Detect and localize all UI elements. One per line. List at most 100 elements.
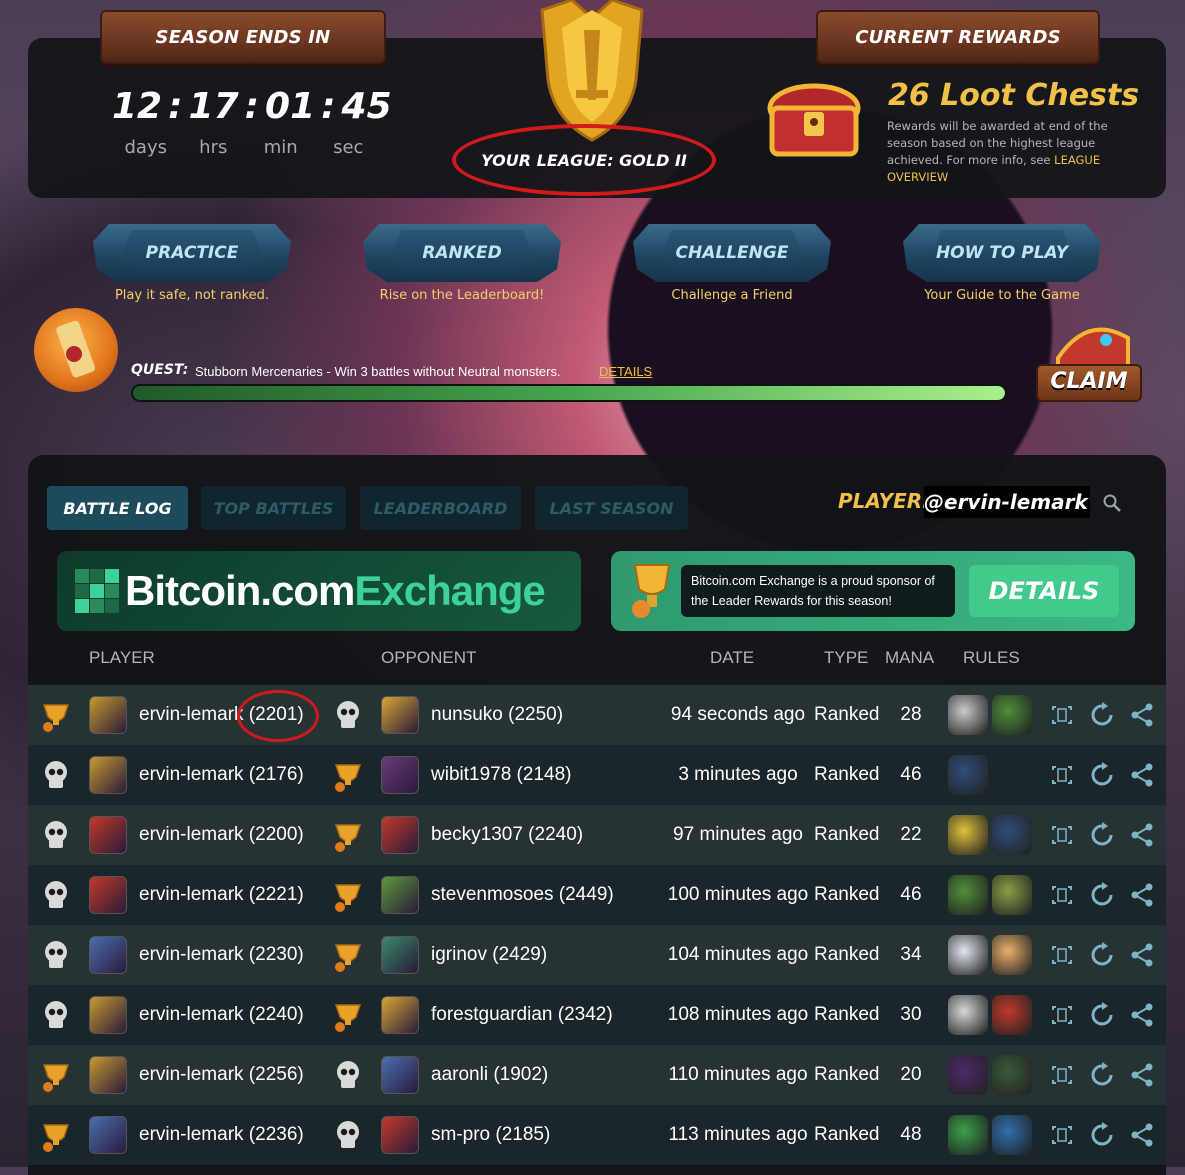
battle-view-icon[interactable] xyxy=(1049,1062,1075,1088)
rule-icon[interactable] xyxy=(948,695,988,735)
share-icon[interactable] xyxy=(1129,1002,1155,1028)
opponent-cell[interactable]: nunsuko (2250) xyxy=(431,685,563,745)
col-opponent: OPPONENT xyxy=(381,648,477,667)
opponent-cell[interactable]: aaronli (1902) xyxy=(431,1045,548,1105)
replay-icon[interactable] xyxy=(1089,822,1115,848)
avatar xyxy=(381,876,419,914)
type-cell: Ranked xyxy=(814,1004,880,1025)
share-icon[interactable] xyxy=(1129,822,1155,848)
sponsor-info: Bitcoin.com Exchange is a proud sponsor … xyxy=(611,551,1135,631)
player-cell[interactable]: ervin-lemark (2176) xyxy=(139,745,304,805)
practice-button[interactable]: PRACTICE Play it safe, not ranked. xyxy=(92,224,292,303)
rule-icon[interactable] xyxy=(948,815,988,855)
search-icon[interactable] xyxy=(1103,494,1121,512)
table-row[interactable]: ervin-lemark (2221) stevenmosoes (2449) … xyxy=(28,865,1166,925)
sponsor-banner[interactable]: Bitcoin.comExchange xyxy=(57,551,581,631)
battle-view-icon[interactable] xyxy=(1049,1122,1075,1148)
share-icon[interactable] xyxy=(1129,942,1155,968)
player-cell[interactable]: ervin-lemark (2236) xyxy=(139,1105,304,1165)
opponent-cell[interactable]: becky1307 (2240) xyxy=(431,805,583,865)
battle-view-icon[interactable] xyxy=(1049,942,1075,968)
mana-cell: 22 xyxy=(900,824,922,845)
quest-details-link[interactable]: DETAILS xyxy=(599,364,652,379)
avatar xyxy=(89,756,127,794)
player-cell[interactable]: ervin-lemark (2240) xyxy=(139,985,304,1045)
sponsor-details-button[interactable]: DETAILS xyxy=(969,565,1119,617)
battle-view-icon[interactable] xyxy=(1049,882,1075,908)
player-cell[interactable]: ervin-lemark (2221) xyxy=(139,865,304,925)
claim-button[interactable]: CLAIM xyxy=(1036,364,1142,402)
table-row[interactable]: ervin-lemark (2240) forestguardian (2342… xyxy=(28,985,1166,1045)
challenge-subtitle: Challenge a Friend xyxy=(671,288,793,303)
rule-icon[interactable] xyxy=(948,935,988,975)
type-cell: Ranked xyxy=(814,1064,880,1085)
share-icon[interactable] xyxy=(1129,702,1155,728)
rule-icon[interactable] xyxy=(992,875,1032,915)
table-row[interactable]: ervin-lemark (2230) igrinov (2429) 104 m… xyxy=(28,925,1166,985)
battle-view-icon[interactable] xyxy=(1049,762,1075,788)
defeat-skull-icon xyxy=(38,997,74,1033)
battle-view-icon[interactable] xyxy=(1049,702,1075,728)
player-search-input[interactable]: @ervin-lemark xyxy=(924,486,1090,518)
challenge-button[interactable]: CHALLENGE Challenge a Friend xyxy=(632,224,832,303)
player-cell[interactable]: ervin-lemark (2200) xyxy=(139,805,304,865)
tab-battle-log[interactable]: BATTLE LOG xyxy=(47,486,188,530)
ranked-button[interactable]: RANKED Rise on the Leaderboard! xyxy=(362,224,562,303)
player-cell[interactable]: ervin-lemark (2230) xyxy=(139,925,304,985)
share-icon[interactable] xyxy=(1129,1122,1155,1148)
opponent-cell[interactable]: sm-pro (2185) xyxy=(431,1105,550,1165)
date-cell: 94 seconds ago xyxy=(670,704,806,725)
mana-cell: 34 xyxy=(900,944,922,965)
replay-icon[interactable] xyxy=(1089,702,1115,728)
victory-trophy-icon xyxy=(38,1117,74,1153)
defeat-skull-icon xyxy=(38,817,74,853)
tab-top-battles[interactable]: TOP BATTLES xyxy=(201,486,346,530)
opponent-cell[interactable]: wibit1978 (2148) xyxy=(431,745,571,805)
player-cell[interactable]: ervin-lemark (2256) xyxy=(139,1045,304,1105)
share-icon[interactable] xyxy=(1129,882,1155,908)
avatar xyxy=(89,1056,127,1094)
rule-icon[interactable] xyxy=(992,815,1032,855)
table-row[interactable]: ervin-lemark (2176) wibit1978 (2148) 3 m… xyxy=(28,745,1166,805)
opponent-cell[interactable]: forestguardian (2342) xyxy=(431,985,613,1045)
replay-icon[interactable] xyxy=(1089,762,1115,788)
table-row[interactable]: ervin-lemark (2200) becky1307 (2240) 97 … xyxy=(28,805,1166,865)
label-sec: sec xyxy=(333,137,364,158)
rule-icon[interactable] xyxy=(948,755,988,795)
tab-last-season[interactable]: LAST SEASON xyxy=(535,486,688,530)
type-cell: Ranked xyxy=(814,764,880,785)
table-row[interactable]: ervin-lemark (2201) nunsuko (2250) 94 se… xyxy=(28,685,1166,745)
rule-icon[interactable] xyxy=(948,875,988,915)
rule-icon[interactable] xyxy=(948,1055,988,1095)
opponent-cell[interactable]: stevenmosoes (2449) xyxy=(431,865,614,925)
rule-icon[interactable] xyxy=(992,935,1032,975)
rule-icon[interactable] xyxy=(948,1115,988,1155)
current-rewards-plank: CURRENT REWARDS xyxy=(816,10,1100,64)
share-icon[interactable] xyxy=(1129,762,1155,788)
replay-icon[interactable] xyxy=(1089,882,1115,908)
battle-view-icon[interactable] xyxy=(1049,822,1075,848)
battle-view-icon[interactable] xyxy=(1049,1002,1075,1028)
replay-icon[interactable] xyxy=(1089,1002,1115,1028)
defeat-skull-icon xyxy=(38,937,74,973)
how-to-play-button[interactable]: HOW TO PLAY Your Guide to the Game xyxy=(902,224,1102,303)
practice-label: PRACTICE xyxy=(145,243,239,263)
victory-trophy-icon xyxy=(330,997,366,1033)
rule-icon[interactable] xyxy=(992,1055,1032,1095)
opponent-cell[interactable]: igrinov (2429) xyxy=(431,925,547,985)
rule-icon[interactable] xyxy=(948,995,988,1035)
replay-icon[interactable] xyxy=(1089,942,1115,968)
table-row[interactable]: ervin-lemark (2256) aaronli (1902) 110 m… xyxy=(28,1045,1166,1105)
replay-icon[interactable] xyxy=(1089,1062,1115,1088)
quest-progress-fill xyxy=(133,386,1005,400)
mana-cell: 48 xyxy=(900,1124,922,1145)
rule-icon[interactable] xyxy=(992,995,1032,1035)
table-row[interactable]: ervin-lemark (2236) sm-pro (2185) 113 mi… xyxy=(28,1105,1166,1165)
rule-icon[interactable] xyxy=(992,1115,1032,1155)
rewards-description: Rewards will be awarded at end of the se… xyxy=(887,119,1108,184)
rule-icon[interactable] xyxy=(992,695,1032,735)
replay-icon[interactable] xyxy=(1089,1122,1115,1148)
tab-leaderboard[interactable]: LEADERBOARD xyxy=(360,486,521,530)
victory-trophy-icon xyxy=(330,817,366,853)
share-icon[interactable] xyxy=(1129,1062,1155,1088)
